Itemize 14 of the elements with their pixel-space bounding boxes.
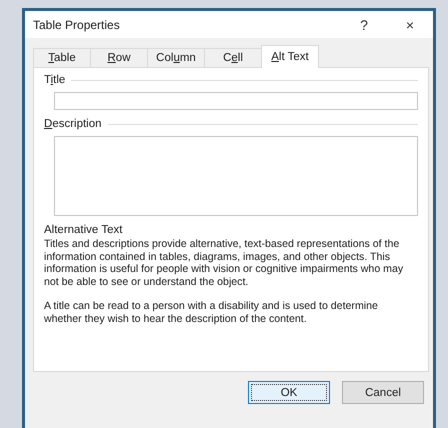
window-title: Table Properties	[33, 18, 121, 32]
group-label: Description	[44, 118, 102, 130]
title-field[interactable]	[54, 92, 418, 110]
close-button[interactable]: ×	[387, 11, 433, 38]
help-paragraph: Titles and descriptions provide alternative, text-based representations of the information contained in tables, diagrams, images, and other objects. This information is useful for people with vision or cognitive impairments who may not be able to see or understand the object.	[44, 238, 404, 288]
default-button[interactable]: OK	[248, 381, 330, 404]
tab[interactable]: Table	[33, 48, 91, 68]
group-label: Title	[44, 74, 66, 86]
dialog-button[interactable]: Cancel	[342, 381, 424, 404]
section-heading: Alternative Text	[44, 224, 124, 236]
description-field[interactable]	[54, 136, 418, 216]
tab[interactable]: Alt Text	[261, 45, 319, 68]
help-button[interactable]: ?	[341, 11, 387, 38]
help-paragraph: A title can be read to a person with a disability and is used to determine whether they wish to hear the description of the content.	[44, 300, 379, 325]
